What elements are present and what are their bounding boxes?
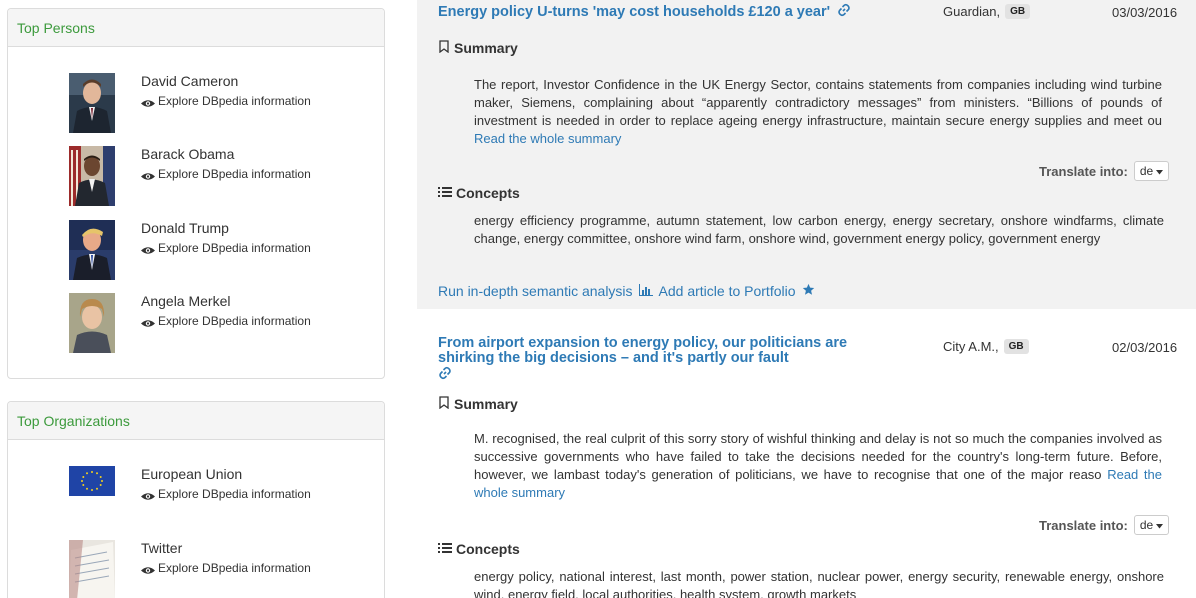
eye-icon [141, 490, 155, 500]
article-source: City A.M., GB [943, 339, 1029, 354]
caret-down-icon [1156, 518, 1164, 532]
translate-control: Translate into: de [1039, 515, 1170, 535]
explore-dbpedia-label: Explore DBpedia information [158, 94, 311, 108]
caret-down-icon [1156, 164, 1164, 178]
explore-dbpedia-label: Explore DBpedia information [158, 314, 311, 328]
person-name[interactable]: David Cameron [141, 73, 238, 89]
run-analysis-link[interactable]: Run in-depth semantic analysis [438, 283, 633, 299]
article-source: Guardian, GB [943, 4, 1031, 19]
source-name: City A.M., [943, 339, 999, 354]
explore-dbpedia-link[interactable]: Explore DBpedia information [141, 561, 311, 575]
article-card: From airport expansion to energy policy,… [417, 320, 1196, 598]
concepts-label: Concepts [456, 541, 520, 557]
person-name[interactable]: Donald Trump [141, 220, 229, 236]
summary-text: The report, Investor Confidence in the U… [474, 77, 1162, 128]
person-name[interactable]: Barack Obama [141, 146, 234, 162]
bookmark-icon [438, 40, 450, 56]
explore-dbpedia-label: Explore DBpedia information [158, 561, 311, 575]
explore-dbpedia-label: Explore DBpedia information [158, 167, 311, 181]
explore-dbpedia-link[interactable]: Explore DBpedia information [141, 241, 311, 255]
person-photo [69, 146, 115, 206]
language-value: de [1139, 164, 1154, 178]
concepts-heading: Concepts [438, 185, 520, 201]
link-icon[interactable] [438, 366, 452, 384]
article-concepts: energy efficiency programme, autumn stat… [474, 213, 1164, 246]
article-title-text[interactable]: Energy policy U-turns 'may cost househol… [438, 4, 830, 20]
bookmark-icon [438, 396, 450, 412]
language-value: de [1139, 518, 1154, 532]
add-portfolio-link[interactable]: Add article to Portfolio [659, 283, 796, 299]
article-summary: The report, Investor Confidence in the U… [474, 76, 1162, 148]
eye-icon [141, 564, 155, 574]
link-icon[interactable] [837, 3, 851, 21]
eye-icon [141, 97, 155, 107]
translate-label: Translate into: [1039, 517, 1128, 533]
language-select[interactable]: de [1133, 515, 1170, 535]
translate-control: Translate into: de [1039, 161, 1170, 181]
organization-name[interactable]: Twitter [141, 540, 182, 556]
language-select[interactable]: de [1133, 161, 1170, 181]
read-summary-link[interactable]: Read the whole summary [474, 131, 621, 146]
top-persons-title: Top Persons [8, 9, 384, 47]
article-date: 02/03/2016 [1112, 340, 1178, 355]
bar-chart-icon[interactable] [638, 283, 653, 299]
person-photo [69, 293, 115, 353]
eye-icon [141, 170, 155, 180]
country-badge: GB [1003, 339, 1029, 354]
organization-name[interactable]: European Union [141, 466, 242, 482]
summary-text: M. recognised, the real culprit of this … [474, 431, 1162, 482]
top-organizations-title: Top Organizations [8, 402, 384, 440]
explore-dbpedia-link[interactable]: Explore DBpedia information [141, 314, 311, 328]
organization-photo [69, 540, 115, 598]
explore-dbpedia-label: Explore DBpedia information [158, 487, 311, 501]
article-title[interactable]: From airport expansion to energy policy,… [438, 336, 878, 384]
eye-icon [141, 244, 155, 254]
article-concepts: energy policy, national interest, last m… [474, 569, 1164, 598]
article-title[interactable]: Energy policy U-turns 'may cost househol… [438, 3, 878, 21]
eye-icon [141, 317, 155, 327]
list-icon [438, 185, 452, 201]
explore-dbpedia-link[interactable]: Explore DBpedia information [141, 167, 311, 181]
explore-dbpedia-link[interactable]: Explore DBpedia information [141, 94, 311, 108]
concepts-heading: Concepts [438, 541, 520, 557]
summary-heading: Summary [438, 396, 518, 412]
concepts-label: Concepts [456, 185, 520, 201]
article-date: 03/03/2016 [1112, 5, 1178, 20]
summary-label: Summary [454, 40, 518, 56]
summary-heading: Summary [438, 40, 518, 56]
eu-flag-icon [69, 466, 115, 496]
explore-dbpedia-link[interactable]: Explore DBpedia information [141, 487, 311, 501]
star-icon[interactable] [802, 283, 815, 299]
person-photo [69, 220, 115, 280]
translate-label: Translate into: [1039, 163, 1128, 179]
article-title-text[interactable]: From airport expansion to energy policy,… [438, 335, 847, 366]
list-icon [438, 541, 452, 557]
country-badge: GB [1005, 4, 1031, 19]
explore-dbpedia-label: Explore DBpedia information [158, 241, 311, 255]
source-name: Guardian, [943, 4, 1001, 19]
person-name[interactable]: Angela Merkel [141, 293, 231, 309]
top-organizations-panel: Top Organizations European Union Explore… [7, 401, 385, 598]
article-summary: M. recognised, the real culprit of this … [474, 430, 1162, 502]
article-actions: Run in-depth semantic analysis Add artic… [438, 283, 815, 299]
person-photo [69, 73, 115, 133]
summary-label: Summary [454, 396, 518, 412]
article-card: Energy policy U-turns 'may cost househol… [417, 0, 1196, 309]
top-persons-panel: Top Persons David Cameron Explore DBpedi… [7, 8, 385, 379]
